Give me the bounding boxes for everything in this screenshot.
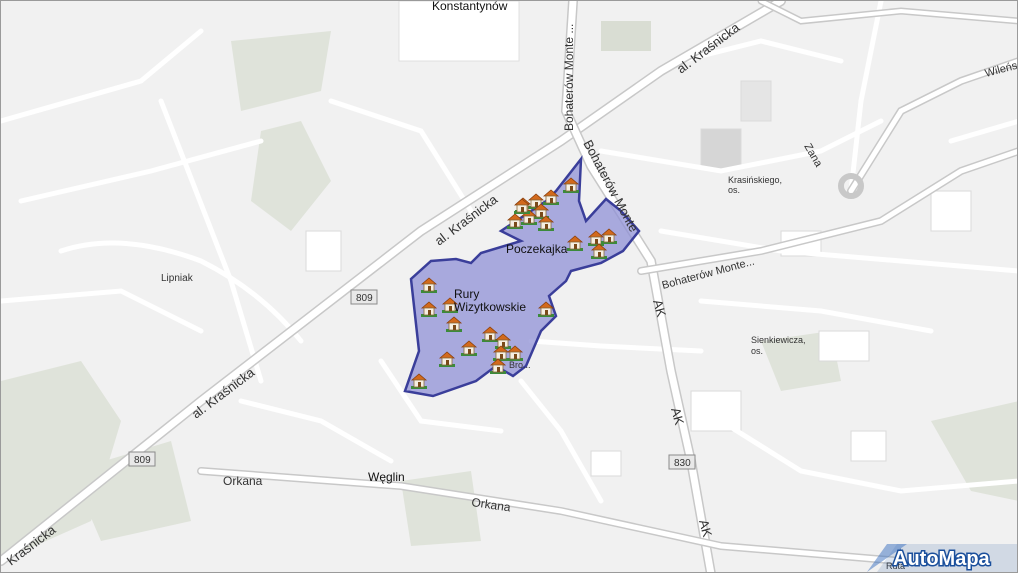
place-label: Krasińskiego,	[728, 175, 782, 185]
place-label: Węglin	[368, 470, 405, 484]
place-label: Lipniak	[161, 273, 194, 284]
map-view[interactable]: al. Kraśnicka al. Kraśnicka al. Kraśnick…	[0, 0, 1018, 573]
map-canvas: al. Kraśnicka al. Kraśnicka al. Kraśnick…	[1, 1, 1017, 572]
place-label: Sienkiewicza,	[751, 335, 806, 345]
automapa-logo: AutoMapa	[867, 544, 1017, 572]
place-label: Konstantynów	[432, 1, 508, 13]
area-label: Rury	[454, 287, 479, 301]
area-label: Wizytkowskie	[454, 300, 526, 314]
svg-text:830: 830	[674, 458, 691, 469]
street-label: Orkana	[223, 474, 263, 488]
logo-text: AutoMapa	[893, 548, 991, 570]
area-label: Bro...	[509, 360, 531, 370]
place-label: os.	[751, 346, 763, 356]
road-number-badge: 809	[128, 451, 156, 467]
street-label: Bohaterów Monte ...	[562, 24, 576, 131]
road-number-badge: 830	[668, 454, 696, 470]
svg-text:809: 809	[356, 293, 373, 304]
svg-text:809: 809	[134, 455, 151, 466]
place-label: os.	[728, 185, 740, 195]
road-number-badge: 809	[350, 289, 378, 305]
area-label: Poczekajka	[506, 242, 568, 256]
